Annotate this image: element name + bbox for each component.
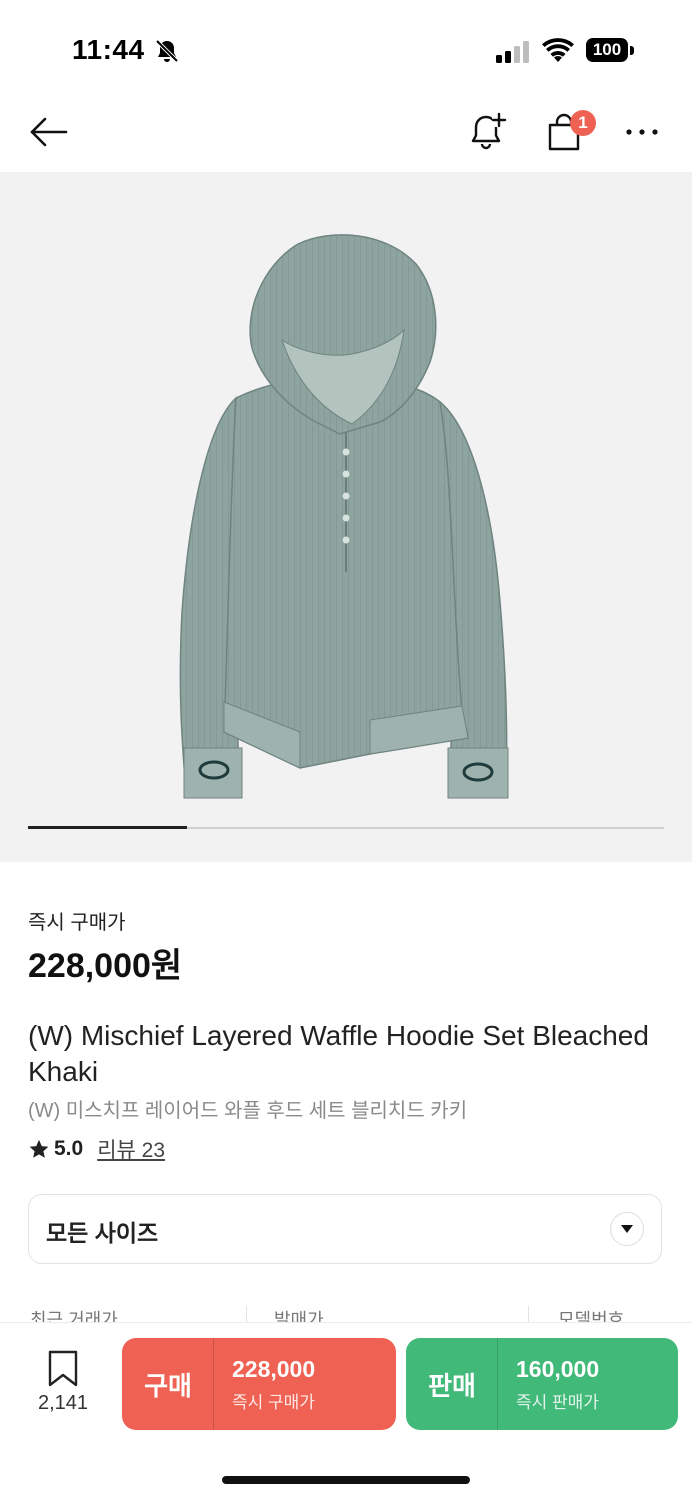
sell-price-caption: 즉시 판매가 [516,1393,599,1412]
sell-price: 160,000 [516,1356,600,1382]
buy-price-caption: 즉시 구매가 [232,1393,315,1412]
back-button[interactable] [26,110,70,154]
restock-alert-button[interactable] [466,110,510,154]
instant-buy-price-label: 즉시 구매가 [28,912,126,934]
home-indicator [222,1476,470,1484]
arrow-left-icon [30,117,68,147]
rating-value: 5.0 [54,1137,84,1160]
cart-count-badge: 1 [570,110,596,136]
product-image-gallery[interactable] [0,172,692,862]
battery-icon: 100 [586,38,636,64]
cellular-signal-icon [496,40,532,64]
status-time: 11:44 [72,34,145,65]
caret-down-icon [621,1225,633,1233]
hoodie-product-image [179,234,509,799]
wifi-icon [542,38,574,64]
sell-button[interactable]: 판매 160,000 즉시 판매가 [406,1338,678,1430]
buy-price: 228,000 [232,1356,316,1382]
bookmark-icon [48,1350,78,1387]
rating-row: 5.0 리뷰 23 [28,1134,165,1164]
bell-plus-icon [471,112,507,150]
more-options-button[interactable] [620,110,664,154]
more-horizontal-icon [626,129,658,135]
star-icon [29,1139,49,1158]
battery-level: 100 [592,40,622,59]
instant-buy-price: 228,000원 [28,947,183,985]
gallery-progress-indicator [28,826,187,829]
size-selector-label: 모든 사이즈 [46,1220,159,1246]
buy-button-label: 구매 [144,1370,192,1401]
product-title-korean: (W) 미스치프 레이어드 와플 후드 세트 블리치드 카키 [28,1100,468,1122]
bookmark-count: 2,141 [37,1392,89,1414]
reviews-link[interactable]: 리뷰 23 [97,1134,165,1164]
sell-button-label: 판매 [428,1370,476,1401]
size-dropdown-toggle[interactable] [610,1212,644,1246]
buy-button[interactable]: 구매 228,000 즉시 구매가 [122,1338,396,1430]
product-title: (W) Mischief Layered Waffle Hoodie Set B… [28,1020,649,1087]
bell-muted-icon [154,38,180,64]
